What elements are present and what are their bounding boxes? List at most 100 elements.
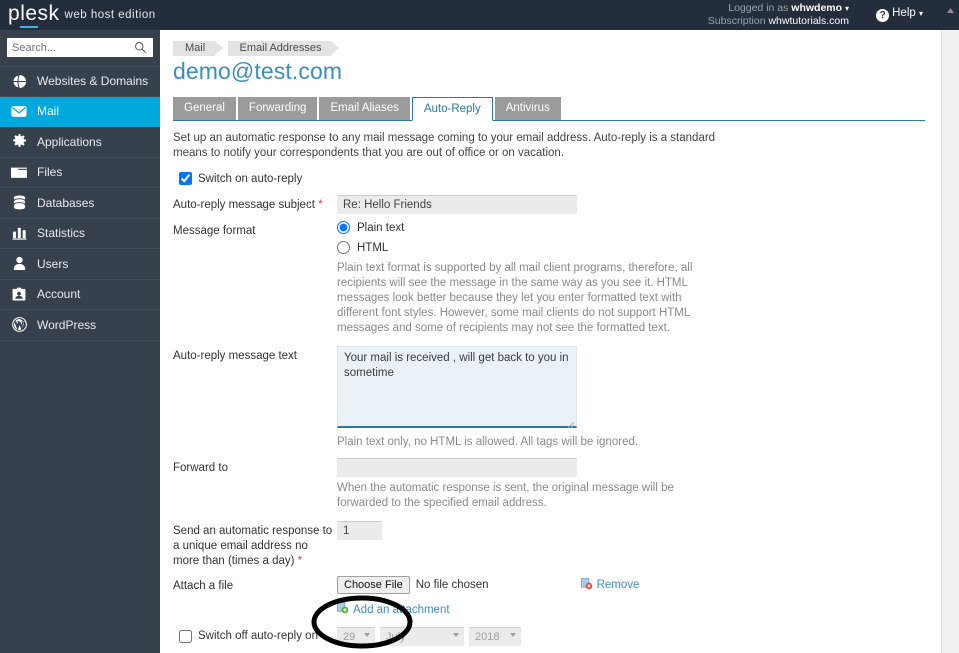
chevron-down-icon: ▾ bbox=[919, 9, 923, 18]
switch-off-auto-reply-checkbox[interactable] bbox=[179, 630, 192, 643]
page-scrollbar[interactable] bbox=[941, 0, 959, 653]
gear-icon bbox=[10, 134, 28, 150]
sidebar-item-users[interactable]: Users bbox=[0, 249, 160, 280]
forward-to-label: Forward to bbox=[173, 458, 337, 511]
help-menu[interactable]: ?Help ▾ bbox=[876, 7, 923, 22]
format-html-option[interactable]: HTML bbox=[337, 241, 920, 254]
plesk-logo[interactable]: pleskweb host edition bbox=[8, 2, 156, 26]
switch-on-auto-reply-label: Switch on auto-reply bbox=[198, 173, 302, 185]
date-day-select-wrap[interactable]: 29 bbox=[337, 627, 375, 646]
add-attachment-link[interactable]: Add an attachment bbox=[337, 602, 450, 617]
chevron-down-icon: ▾ bbox=[845, 4, 849, 13]
user-icon bbox=[10, 256, 28, 272]
forward-to-input[interactable] bbox=[337, 458, 577, 477]
id-card-icon bbox=[10, 286, 28, 302]
breadcrumb-item-email-addresses[interactable]: Email Addresses bbox=[228, 41, 332, 56]
subject-input[interactable] bbox=[337, 195, 577, 214]
bar-chart-icon bbox=[10, 225, 28, 241]
message-format-row: Message format Plain text HTML Plain tex… bbox=[173, 221, 920, 336]
sidebar-item-wordpress[interactable]: WordPress bbox=[0, 310, 160, 341]
required-asterisk: * bbox=[298, 555, 302, 567]
date-month-select[interactable]: July bbox=[380, 627, 464, 646]
sidebar-item-label: Databases bbox=[37, 196, 94, 210]
forward-to-row: Forward to When the automatic response i… bbox=[173, 458, 920, 511]
format-plain-text-option[interactable]: Plain text bbox=[337, 221, 920, 234]
date-year-select[interactable]: 2018 bbox=[469, 627, 521, 646]
file-name-text: No file chosen bbox=[416, 579, 489, 591]
message-format-label: Message format bbox=[173, 221, 337, 336]
switch-on-auto-reply-row[interactable]: Switch on auto-reply bbox=[179, 172, 920, 185]
auto-reply-form: Set up an automatic response to any mail… bbox=[160, 121, 920, 653]
subject-label: Auto-reply message subject * bbox=[173, 195, 337, 214]
main-content: Mail Email Addresses demo@test.com Gener… bbox=[160, 30, 941, 653]
sidebar: Websites & Domains Mail Applications Fil… bbox=[0, 30, 160, 653]
format-html-radio[interactable] bbox=[337, 241, 350, 254]
sidebar-item-statistics[interactable]: Statistics bbox=[0, 219, 160, 250]
tab-general[interactable]: General bbox=[173, 97, 236, 120]
breadcrumb-item-mail[interactable]: Mail bbox=[173, 41, 215, 56]
sidebar-item-mail[interactable]: Mail bbox=[0, 97, 160, 128]
logged-in-row[interactable]: Logged in as whwdemo ▾ bbox=[708, 2, 849, 15]
search-container bbox=[0, 30, 160, 64]
rate-limit-row: Send an automatic response to a unique e… bbox=[173, 521, 920, 569]
scroll-up-arrow-icon[interactable] bbox=[941, 2, 959, 18]
rate-limit-input[interactable] bbox=[337, 521, 382, 540]
sidebar-item-account[interactable]: Account bbox=[0, 280, 160, 311]
sidebar-item-label: WordPress bbox=[37, 318, 96, 332]
forward-to-hint: When the automatic response is sent, the… bbox=[337, 481, 705, 511]
date-day-select[interactable]: 29 bbox=[337, 627, 375, 646]
search-icon[interactable] bbox=[134, 41, 147, 54]
globe-icon bbox=[10, 73, 28, 89]
sidebar-item-files[interactable]: Files bbox=[0, 158, 160, 189]
attach-file-row: Attach a file Choose File No file chosen… bbox=[173, 576, 920, 617]
subject-row: Auto-reply message subject * bbox=[173, 195, 920, 214]
sidebar-item-databases[interactable]: Databases bbox=[0, 188, 160, 219]
question-mark-icon: ? bbox=[876, 9, 889, 22]
add-attachment-label: Add an attachment bbox=[353, 604, 450, 616]
format-plain-text-radio[interactable] bbox=[337, 221, 350, 234]
date-year-select-wrap[interactable]: 2018 bbox=[469, 627, 521, 646]
switch-off-label-group[interactable]: Switch off auto-reply on bbox=[179, 629, 337, 644]
message-text-textarea[interactable]: Your mail is received , will get back to… bbox=[337, 346, 577, 428]
help-label: Help bbox=[892, 7, 916, 19]
sidebar-nav: Websites & Domains Mail Applications Fil… bbox=[0, 66, 160, 341]
tab-auto-reply[interactable]: Auto-Reply bbox=[412, 97, 493, 121]
sidebar-item-label: Mail bbox=[37, 104, 59, 118]
sidebar-item-applications[interactable]: Applications bbox=[0, 127, 160, 158]
sidebar-item-websites-domains[interactable]: Websites & Domains bbox=[0, 66, 160, 97]
tab-email-aliases[interactable]: Email Aliases bbox=[319, 97, 409, 120]
message-text-label: Auto-reply message text bbox=[173, 346, 337, 450]
sidebar-item-label: Statistics bbox=[37, 226, 85, 240]
file-input-group: Choose File No file chosen Remove bbox=[337, 576, 920, 594]
folder-icon bbox=[10, 164, 28, 180]
message-text-row: Auto-reply message text Your mail is rec… bbox=[173, 346, 920, 450]
message-format-hint: Plain text format is supported by all ma… bbox=[337, 261, 715, 336]
choose-file-button[interactable]: Choose File bbox=[337, 576, 410, 594]
tab-forwarding[interactable]: Forwarding bbox=[238, 97, 318, 120]
format-plain-text-label: Plain text bbox=[357, 222, 404, 234]
message-text-hint: Plain text only, no HTML is allowed. All… bbox=[337, 435, 647, 450]
remove-attachment-link[interactable]: Remove bbox=[581, 578, 640, 593]
subscription-value: whwtutorials.com bbox=[768, 15, 849, 27]
scrollbar-topbar-overlay bbox=[941, 0, 959, 30]
sidebar-item-label: Applications bbox=[37, 135, 102, 149]
tab-antivirus[interactable]: Antivirus bbox=[495, 97, 561, 120]
switch-on-auto-reply-checkbox[interactable] bbox=[179, 172, 192, 185]
sidebar-item-label: Files bbox=[37, 165, 62, 179]
rate-limit-label: Send an automatic response to a unique e… bbox=[173, 521, 337, 569]
tab-bar: General Forwarding Email Aliases Auto-Re… bbox=[173, 97, 925, 121]
date-month-select-wrap[interactable]: July bbox=[380, 627, 464, 646]
switch-off-row: Switch off auto-reply on 29 July bbox=[173, 627, 920, 646]
envelope-icon bbox=[10, 103, 28, 119]
logged-in-user: whwdemo bbox=[791, 2, 842, 14]
search-box[interactable] bbox=[7, 38, 153, 57]
database-icon bbox=[10, 195, 28, 211]
breadcrumb: Mail Email Addresses bbox=[160, 30, 941, 52]
logo-edition: web host edition bbox=[65, 9, 156, 21]
search-input[interactable] bbox=[8, 39, 130, 56]
account-info: Logged in as whwdemo ▾ Subscription whwt… bbox=[708, 2, 849, 28]
subscription-row[interactable]: Subscription whwtutorials.com bbox=[708, 15, 849, 28]
form-intro-text: Set up an automatic response to any mail… bbox=[173, 131, 718, 161]
sidebar-item-label: Account bbox=[37, 287, 80, 301]
switch-off-auto-reply-label: Switch off auto-reply on bbox=[198, 629, 318, 644]
